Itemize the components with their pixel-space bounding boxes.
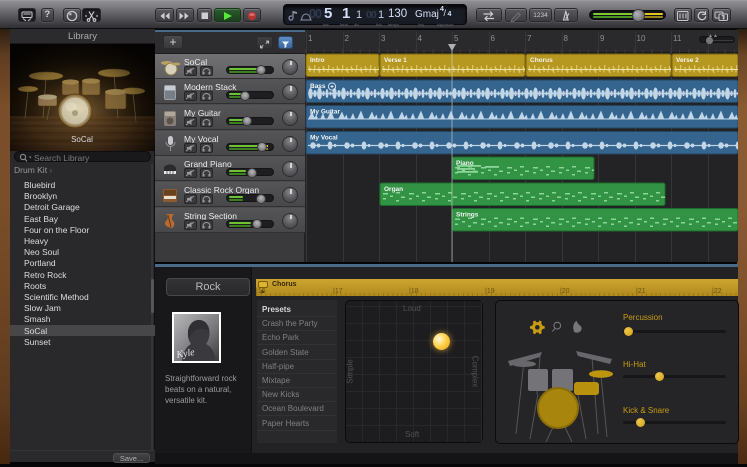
svg-text:Verse 1: Verse 1 — [384, 57, 407, 64]
svg-text:Verse 2: Verse 2 — [676, 57, 699, 64]
svg-text:Organ: Organ — [384, 186, 403, 193]
svg-text:Intro: Intro — [310, 57, 324, 64]
svg-text:Chorus: Chorus — [530, 57, 553, 64]
svg-text:My Guitar: My Guitar — [310, 109, 340, 116]
svg-text:My Vocal: My Vocal — [310, 135, 338, 142]
svg-text:Bass: Bass — [310, 83, 326, 90]
svg-text:SoCal: SoCal — [71, 135, 93, 144]
svg-text:Strings: Strings — [456, 212, 479, 219]
